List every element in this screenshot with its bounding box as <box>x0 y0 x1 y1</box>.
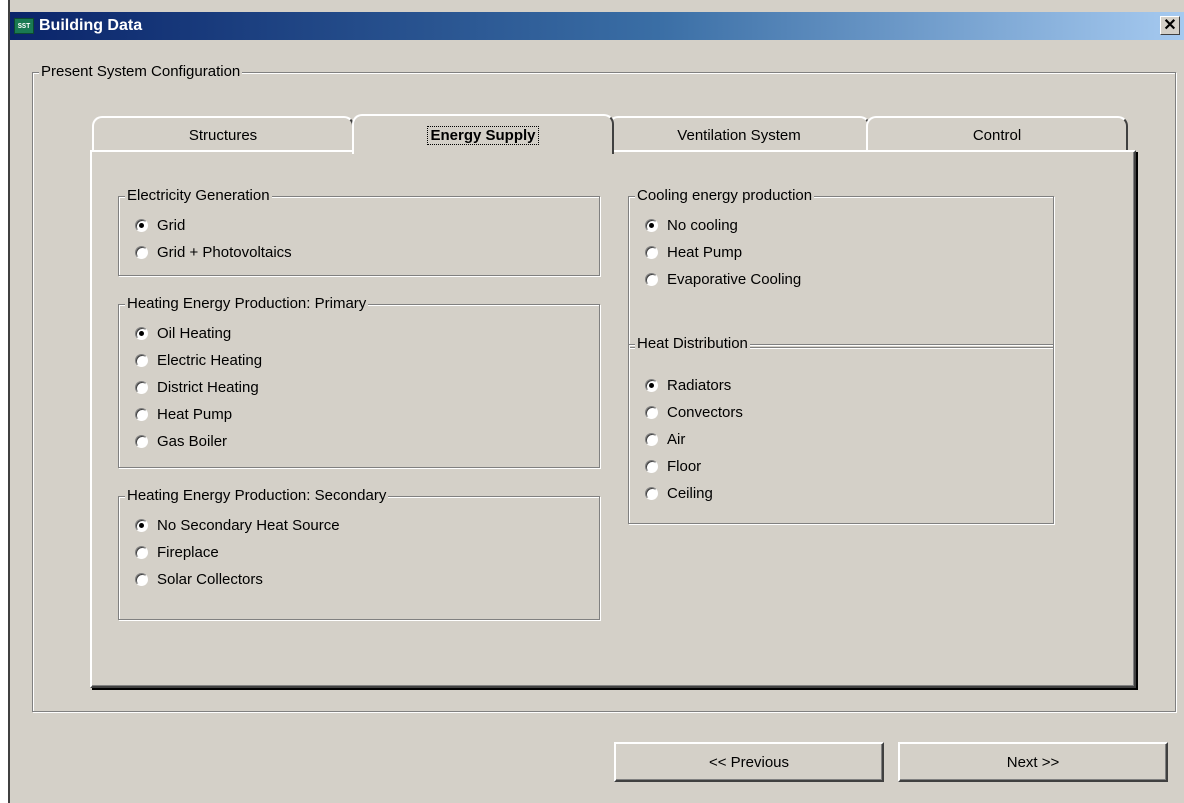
title-bar[interactable]: SST Building Data ✕ <box>10 12 1184 40</box>
energy-supply-panel: Electricity Generation Grid Grid + Photo… <box>90 150 1136 688</box>
radio-solar-collectors[interactable]: Solar Collectors <box>135 569 263 589</box>
button-label: Next >> <box>1006 753 1060 771</box>
radio-label: Heat Pump <box>157 405 233 423</box>
heat-distribution-group: Heat Distribution Radiators Convectors A… <box>628 335 1054 524</box>
heating-primary-group: Heating Energy Production: Primary Oil H… <box>118 295 600 468</box>
radio-label: Fireplace <box>157 543 219 561</box>
radio-button[interactable] <box>135 545 148 559</box>
radio-no-cooling[interactable]: No cooling <box>645 215 738 235</box>
radio-heat-pump-cooling[interactable]: Heat Pump <box>645 242 742 262</box>
tab-energy-supply[interactable]: Energy Supply <box>352 114 614 154</box>
radio-label: Electric Heating <box>157 351 263 369</box>
radio-fireplace[interactable]: Fireplace <box>135 542 219 562</box>
previous-button[interactable]: << Previous <box>614 742 884 782</box>
window-title: Building Data <box>39 17 143 34</box>
radio-ceiling[interactable]: Ceiling <box>645 483 713 503</box>
radio-grid[interactable]: Grid <box>135 215 185 235</box>
radio-button[interactable] <box>645 378 658 392</box>
radio-label: No Secondary Heat Source <box>157 516 340 534</box>
radio-button[interactable] <box>135 218 148 232</box>
electricity-generation-group: Electricity Generation Grid Grid + Photo… <box>118 187 600 276</box>
radio-button[interactable] <box>645 432 658 446</box>
tab-label: Energy Supply <box>427 125 539 145</box>
radio-label: Evaporative Cooling <box>667 270 802 288</box>
close-button[interactable]: ✕ <box>1160 16 1180 35</box>
tab-label: Control <box>972 126 1022 144</box>
group-label: Heat Distribution <box>635 335 750 352</box>
radio-button[interactable] <box>135 518 148 532</box>
group-label: Heating Energy Production: Secondary <box>125 487 389 504</box>
button-label: << Previous <box>708 753 790 771</box>
radio-label: No cooling <box>667 216 738 234</box>
next-button[interactable]: Next >> <box>898 742 1168 782</box>
radio-electric-heating[interactable]: Electric Heating <box>135 350 262 370</box>
tab-ventilation-system[interactable]: Ventilation System <box>608 116 870 152</box>
heating-secondary-group: Heating Energy Production: Secondary No … <box>118 487 600 620</box>
app-icon: SST <box>14 18 34 34</box>
radio-button[interactable] <box>135 380 148 394</box>
radio-convectors[interactable]: Convectors <box>645 402 743 422</box>
radio-button[interactable] <box>135 572 148 586</box>
radio-label: Convectors <box>667 403 743 421</box>
radio-label: Ceiling <box>667 484 713 502</box>
radio-button[interactable] <box>645 218 658 232</box>
radio-button[interactable] <box>645 486 658 500</box>
radio-button[interactable] <box>645 245 658 259</box>
radio-heat-pump-primary[interactable]: Heat Pump <box>135 404 232 424</box>
radio-button[interactable] <box>135 353 148 367</box>
radio-label: Grid <box>157 216 186 234</box>
group-label: Present System Configuration <box>39 63 243 80</box>
building-data-window: SST Building Data ✕ Present System Confi… <box>8 0 1184 803</box>
radio-label: Radiators <box>667 376 732 394</box>
tab-label: Structures <box>188 126 258 144</box>
radio-grid-photovoltaics[interactable]: Grid + Photovoltaics <box>135 242 292 262</box>
radio-button[interactable] <box>135 407 148 421</box>
tab-label: Ventilation System <box>677 126 801 144</box>
radio-button[interactable] <box>645 405 658 419</box>
radio-floor[interactable]: Floor <box>645 456 701 476</box>
radio-label: Oil Heating <box>157 324 232 342</box>
tab-control[interactable]: Control <box>866 116 1128 152</box>
radio-label: District Heating <box>157 378 259 396</box>
radio-district-heating[interactable]: District Heating <box>135 377 259 397</box>
radio-button[interactable] <box>135 245 148 259</box>
radio-button[interactable] <box>135 326 148 340</box>
radio-button[interactable] <box>645 272 658 286</box>
tab-structures[interactable]: Structures <box>92 116 354 152</box>
radio-oil-heating[interactable]: Oil Heating <box>135 323 231 343</box>
radio-label: Gas Boiler <box>157 432 228 450</box>
radio-gas-boiler[interactable]: Gas Boiler <box>135 431 227 451</box>
group-label: Electricity Generation <box>125 187 272 204</box>
radio-air[interactable]: Air <box>645 429 685 449</box>
radio-radiators[interactable]: Radiators <box>645 375 731 395</box>
radio-evaporative-cooling[interactable]: Evaporative Cooling <box>645 269 801 289</box>
radio-label: Air <box>667 430 686 448</box>
group-label: Heating Energy Production: Primary <box>125 295 369 312</box>
radio-button[interactable] <box>645 459 658 473</box>
radio-no-secondary-heat-source[interactable]: No Secondary Heat Source <box>135 515 340 535</box>
cooling-energy-group: Cooling energy production No cooling Hea… <box>628 187 1054 348</box>
radio-label: Grid + Photovoltaics <box>157 243 292 261</box>
radio-label: Heat Pump <box>667 243 743 261</box>
radio-button[interactable] <box>135 434 148 448</box>
close-icon: ✕ <box>1163 16 1177 34</box>
group-label: Cooling energy production <box>635 187 815 204</box>
radio-label: Floor <box>667 457 702 475</box>
radio-label: Solar Collectors <box>157 570 263 588</box>
